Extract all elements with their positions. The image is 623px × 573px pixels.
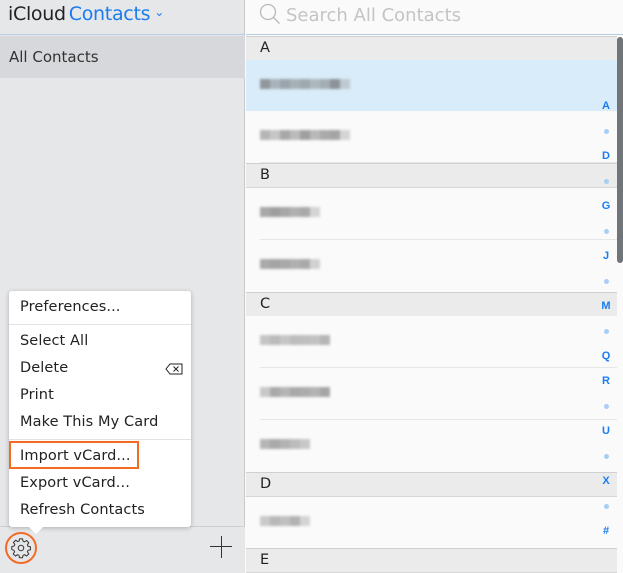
section-header-d: D <box>246 472 617 497</box>
index-dot[interactable] <box>596 500 616 509</box>
contact-name-blurred <box>260 516 310 526</box>
contact-name-blurred <box>260 335 330 345</box>
menu-item-make-my-card[interactable]: Make This My Card <box>20 414 158 430</box>
index-letter-r[interactable]: R <box>596 375 616 387</box>
index-letter-a[interactable]: A <box>596 100 616 112</box>
add-contact-button[interactable] <box>210 536 232 558</box>
search-icon <box>259 3 280 24</box>
import-vcard-highlight <box>9 441 139 469</box>
search-input[interactable] <box>286 0 606 30</box>
scrollbar[interactable] <box>617 37 623 263</box>
index-dot[interactable] <box>596 400 616 409</box>
sidebar-header: iCloud Contacts ⌄ <box>0 0 245 35</box>
contact-row[interactable] <box>246 497 617 549</box>
index-letter-m[interactable]: M <box>596 300 616 312</box>
section-header-b: B <box>246 163 617 188</box>
contact-name-blurred <box>260 387 330 397</box>
icloud-contacts-app: iCloud Contacts ⌄ All Contacts Preferences… <box>0 0 623 573</box>
gear-icon <box>11 538 31 559</box>
contacts-list-panel: A B C <box>246 0 623 573</box>
index-letter-q[interactable]: Q <box>596 350 616 362</box>
contact-row[interactable] <box>246 240 617 292</box>
index-letter-u[interactable]: U <box>596 425 616 437</box>
brand-name: iCloud <box>8 3 66 25</box>
delete-key-icon <box>165 363 183 375</box>
group-all-contacts[interactable]: All Contacts <box>0 36 245 78</box>
index-dot[interactable] <box>596 225 616 234</box>
index-letter-x[interactable]: X <box>596 475 616 487</box>
menu-item-export-vcard[interactable]: Export vCard... <box>20 475 130 491</box>
index-dot[interactable] <box>596 125 616 134</box>
index-dot[interactable] <box>596 175 616 184</box>
index-dot[interactable] <box>596 275 616 284</box>
index-letter-hash[interactable]: # <box>596 525 616 537</box>
index-dot[interactable] <box>596 325 616 334</box>
search-bar <box>246 0 623 35</box>
menu-item-delete[interactable]: Delete <box>20 360 68 376</box>
settings-button[interactable] <box>5 532 37 564</box>
contact-name-blurred <box>260 259 320 269</box>
settings-menu: Preferences... Select All Delete Print M… <box>9 291 191 534</box>
contact-row[interactable] <box>246 188 617 240</box>
contact-row[interactable] <box>246 316 617 368</box>
contact-name-blurred <box>260 207 320 217</box>
index-letter-d[interactable]: D <box>596 150 616 162</box>
contact-row[interactable] <box>246 368 617 420</box>
chevron-down-icon[interactable]: ⌄ <box>154 5 164 19</box>
app-switcher[interactable]: Contacts <box>69 3 151 25</box>
section-header-c: C <box>246 292 617 317</box>
contact-row[interactable] <box>246 60 617 112</box>
menu-separator <box>9 324 191 325</box>
menu-item-refresh-contacts[interactable]: Refresh Contacts <box>20 502 145 518</box>
index-letter-g[interactable]: G <box>596 200 616 212</box>
menu-separator <box>9 439 191 440</box>
app-title[interactable]: iCloud Contacts ⌄ <box>8 3 164 25</box>
section-header-a: A <box>246 36 617 61</box>
contact-row[interactable] <box>246 420 617 472</box>
index-dot[interactable] <box>596 450 616 459</box>
group-label: All Contacts <box>9 48 99 66</box>
menu-item-preferences[interactable]: Preferences... <box>20 299 121 315</box>
contact-name-blurred <box>260 79 350 89</box>
menu-item-select-all[interactable]: Select All <box>20 333 88 349</box>
section-header-e: E <box>246 548 617 573</box>
index-letter-j[interactable]: J <box>596 250 616 262</box>
contact-name-blurred <box>260 130 350 140</box>
menu-item-print[interactable]: Print <box>20 387 54 403</box>
contact-name-blurred <box>260 439 310 449</box>
contact-row[interactable] <box>246 111 617 163</box>
